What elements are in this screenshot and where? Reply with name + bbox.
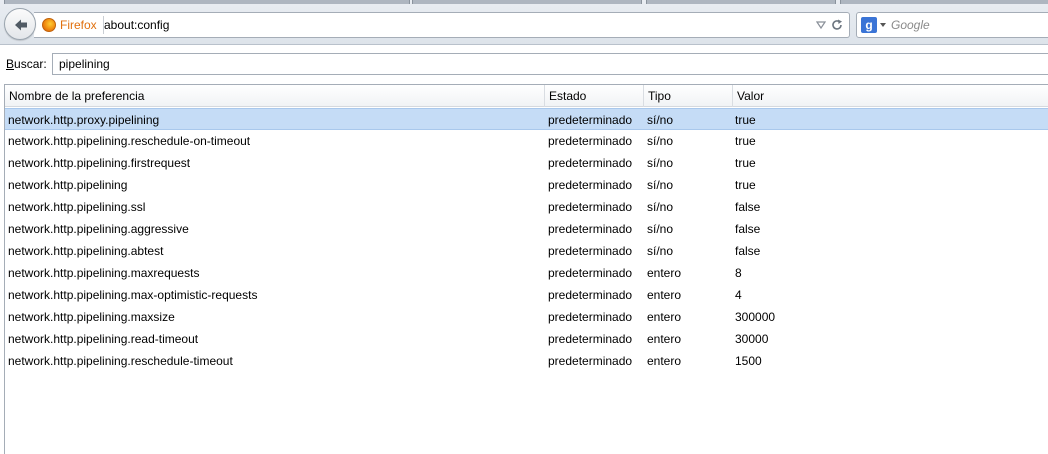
pref-name: network.http.pipelining.maxrequests xyxy=(8,266,200,280)
pref-name: network.http.pipelining.reschedule-timeo… xyxy=(8,354,233,368)
pref-state: predeterminado xyxy=(548,332,633,346)
pref-value: 1500 xyxy=(735,354,762,368)
history-dropdown-icon[interactable] xyxy=(816,20,826,30)
pref-type: entero xyxy=(647,266,682,280)
pref-state: predeterminado xyxy=(548,156,633,170)
pref-value: false xyxy=(735,222,761,236)
url-bar[interactable]: Firefox about:config xyxy=(34,12,850,38)
pref-value: 30000 xyxy=(735,332,769,346)
filter-input[interactable] xyxy=(52,53,1048,75)
pref-name: network.http.pipelining.max-optimistic-r… xyxy=(8,288,258,302)
pref-type: sí/no xyxy=(647,134,674,148)
pref-value: false xyxy=(735,244,761,258)
pref-type: sí/no xyxy=(647,113,674,127)
filter-row: Buscar: xyxy=(0,46,1048,82)
back-arrow-icon xyxy=(15,19,27,31)
pref-name: network.http.pipelining xyxy=(8,178,128,192)
firefox-logo-icon xyxy=(42,18,56,32)
table-row[interactable]: network.http.pipelining.firstrequest pred… xyxy=(5,152,1048,174)
pref-state: predeterminado xyxy=(548,113,633,127)
column-header-name[interactable]: Nombre de la preferencia xyxy=(5,85,545,107)
pref-value: 8 xyxy=(735,266,742,280)
pref-state: predeterminado xyxy=(548,354,633,368)
pref-state: predeterminado xyxy=(548,200,633,214)
navigation-toolbar: Firefox about:config g Google xyxy=(0,0,1048,45)
search-placeholder[interactable]: Google xyxy=(891,18,930,32)
pref-value: false xyxy=(735,200,761,214)
pref-type: entero xyxy=(647,354,682,368)
pref-name: network.http.pipelining.read-timeout xyxy=(8,332,199,346)
pref-type: entero xyxy=(647,310,682,324)
pref-type: sí/no xyxy=(647,200,674,214)
url-text[interactable]: about:config xyxy=(104,18,169,32)
pref-type: sí/no xyxy=(647,244,674,258)
table-row[interactable]: network.http.pipelining.maxrequests prede… xyxy=(5,262,1048,284)
pref-name: network.http.pipelining.reschedule-on-ti… xyxy=(8,134,251,148)
table-row[interactable]: network.http.pipelining.max-optimistic-r… xyxy=(5,284,1048,306)
identity-label: Firefox xyxy=(60,18,97,32)
pref-state: predeterminado xyxy=(548,310,633,324)
web-search-bar[interactable]: g Google xyxy=(856,12,1048,38)
pref-state: predeterminado xyxy=(548,178,633,192)
tree-header: Nombre de la preferencia Estado Tipo Val… xyxy=(5,85,1048,107)
tree-rows: network.http.proxy.pipelining predetermin… xyxy=(5,108,1048,372)
search-engine-dropdown-icon[interactable] xyxy=(880,23,886,27)
table-row[interactable]: network.http.pipelining.aggressive predet… xyxy=(5,218,1048,240)
pref-type: sí/no xyxy=(647,222,674,236)
tab-strip-edge xyxy=(0,0,1048,4)
pref-name: network.http.proxy.pipelining xyxy=(8,113,160,127)
reload-icon[interactable] xyxy=(830,18,844,32)
pref-type: entero xyxy=(647,288,682,302)
pref-name: network.http.pipelining.ssl xyxy=(8,200,146,214)
pref-state: predeterminado xyxy=(548,222,633,236)
preferences-tree[interactable]: Nombre de la preferencia Estado Tipo Val… xyxy=(4,84,1048,454)
pref-value: true xyxy=(735,134,756,148)
filter-label: Buscar: xyxy=(6,57,47,71)
table-row[interactable]: network.http.pipelining.reschedule-timeo… xyxy=(5,350,1048,372)
pref-value: 4 xyxy=(735,288,742,302)
column-header-value[interactable]: Valor xyxy=(733,85,1048,107)
table-row[interactable]: network.http.pipelining.reschedule-on-ti… xyxy=(5,130,1048,152)
pref-value: 300000 xyxy=(735,310,776,324)
column-header-type[interactable]: Tipo xyxy=(644,85,733,107)
pref-state: predeterminado xyxy=(548,288,633,302)
pref-type: entero xyxy=(647,332,682,346)
table-row[interactable]: network.http.pipelining.abtest predetermi… xyxy=(5,240,1048,262)
pref-name: network.http.pipelining.firstrequest xyxy=(8,156,191,170)
pref-name: network.http.pipelining.abtest xyxy=(8,244,164,258)
pref-state: predeterminado xyxy=(548,266,633,280)
pref-name: network.http.pipelining.maxsize xyxy=(8,310,175,324)
column-header-state[interactable]: Estado xyxy=(545,85,644,107)
table-row[interactable]: network.http.pipelining.read-timeout pred… xyxy=(5,328,1048,350)
pref-name: network.http.pipelining.aggressive xyxy=(8,222,189,236)
pref-value: true xyxy=(735,113,756,127)
back-button[interactable] xyxy=(4,8,36,40)
pref-type: sí/no xyxy=(647,178,674,192)
table-row[interactable]: network.http.pipelining predeterminado sí/… xyxy=(5,174,1048,196)
table-row[interactable]: network.http.pipelining.maxsize predeterm… xyxy=(5,306,1048,328)
pref-state: predeterminado xyxy=(548,244,633,258)
pref-type: sí/no xyxy=(647,156,674,170)
site-identity-button[interactable]: Firefox xyxy=(42,16,104,34)
pref-value: true xyxy=(735,156,756,170)
pref-value: true xyxy=(735,178,756,192)
table-row[interactable]: network.http.proxy.pipelining predetermin… xyxy=(5,108,1048,130)
google-icon[interactable]: g xyxy=(861,17,877,33)
table-row[interactable]: network.http.pipelining.ssl predeterminad… xyxy=(5,196,1048,218)
pref-state: predeterminado xyxy=(548,134,633,148)
